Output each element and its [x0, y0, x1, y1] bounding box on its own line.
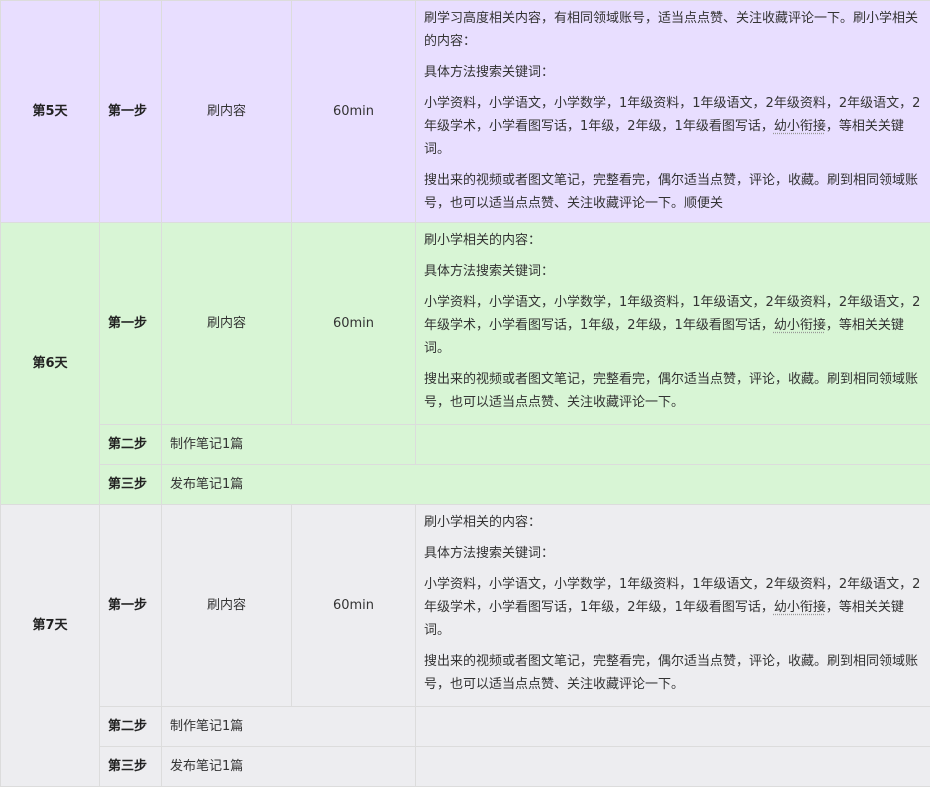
action-cell: 发布笔记1篇 — [162, 465, 930, 505]
description-cell: 刷小学相关的内容： 具体方法搜索关键词： 小学资料，小学语文，小学数学，1年级资… — [416, 223, 930, 425]
day-label: 第7天 — [1, 505, 100, 747]
empty-cell — [416, 425, 930, 465]
keyword-paragraph: 小学资料，小学语文，小学数学，1年级资料，1年级语文，2年级资料，2年级语文，2… — [424, 291, 922, 360]
empty-cell — [416, 707, 930, 747]
table-row: 第二步 制作笔记1篇 — [1, 425, 930, 465]
step-label: 第一步 — [100, 1, 162, 223]
step-label: 第一步 — [100, 223, 162, 425]
day-label: 第5天 — [1, 1, 100, 223]
description-paragraph: 具体方法搜索关键词： — [424, 542, 922, 565]
description-cell: 刷学习高度相关内容，有相同领域账号，适当点点赞、关注收藏评论一下。刷小学相关的内… — [416, 1, 930, 223]
description-paragraph: 刷小学相关的内容： — [424, 229, 922, 252]
keyword-paragraph: 小学资料，小学语文，小学数学，1年级资料，1年级语文，2年级资料，2年级语文，2… — [424, 573, 922, 642]
action-cell: 刷内容 — [162, 505, 292, 707]
description-paragraph: 搜出来的视频或者图文笔记，完整看完，偶尔适当点赞，评论，收藏。刷到相同领域账号，… — [424, 169, 922, 215]
description-paragraph: 搜出来的视频或者图文笔记，完整看完，偶尔适当点赞，评论，收藏。刷到相同领域账号，… — [424, 650, 922, 696]
table-row: 第7天 第一步 刷内容 60min 刷小学相关的内容： 具体方法搜索关键词： 小… — [1, 505, 930, 707]
description-cell: 刷小学相关的内容： 具体方法搜索关键词： 小学资料，小学语文，小学数学，1年级资… — [416, 505, 930, 707]
keyword-paragraph: 小学资料，小学语文，小学数学，1年级资料，1年级语文，2年级资料，2年级语文，2… — [424, 92, 922, 161]
keyword-underlined: 幼小衔接 — [774, 119, 826, 134]
schedule-table: 第5天 第一步 刷内容 60min 刷学习高度相关内容，有相同领域账号，适当点点… — [0, 0, 930, 787]
duration-cell: 60min — [292, 223, 416, 425]
step-label: 第一步 — [100, 505, 162, 707]
action-cell: 刷内容 — [162, 1, 292, 223]
action-cell: 刷内容 — [162, 223, 292, 425]
step-label: 第二步 — [100, 425, 162, 465]
description-paragraph: 搜出来的视频或者图文笔记，完整看完，偶尔适当点赞，评论，收藏。刷到相同领域账号，… — [424, 368, 922, 414]
table-row: 第三步 发布笔记1篇 — [1, 465, 930, 505]
description-paragraph: 刷学习高度相关内容，有相同领域账号，适当点点赞、关注收藏评论一下。刷小学相关的内… — [424, 7, 922, 53]
table-row: 第6天 第一步 刷内容 60min 刷小学相关的内容： 具体方法搜索关键词： 小… — [1, 223, 930, 425]
action-cell: 制作笔记1篇 — [162, 707, 416, 747]
description-paragraph: 具体方法搜索关键词： — [424, 260, 922, 283]
step-label: 第三步 — [100, 465, 162, 505]
duration-cell: 60min — [292, 505, 416, 707]
table-row: 第三步 发布笔记1篇 — [1, 747, 930, 787]
keyword-underlined: 幼小衔接 — [774, 600, 826, 615]
description-paragraph: 具体方法搜索关键词： — [424, 61, 922, 84]
duration-cell: 60min — [292, 1, 416, 223]
day-label: 第6天 — [1, 223, 100, 505]
step-label: 第二步 — [100, 707, 162, 747]
table-row: 第5天 第一步 刷内容 60min 刷学习高度相关内容，有相同领域账号，适当点点… — [1, 1, 930, 223]
empty-cell — [1, 747, 100, 787]
step-label: 第三步 — [100, 747, 162, 787]
action-cell: 发布笔记1篇 — [162, 747, 416, 787]
keyword-underlined: 幼小衔接 — [774, 318, 826, 333]
empty-cell — [416, 747, 930, 787]
description-paragraph: 刷小学相关的内容： — [424, 511, 922, 534]
action-cell: 制作笔记1篇 — [162, 425, 416, 465]
table-row: 第二步 制作笔记1篇 — [1, 707, 930, 747]
